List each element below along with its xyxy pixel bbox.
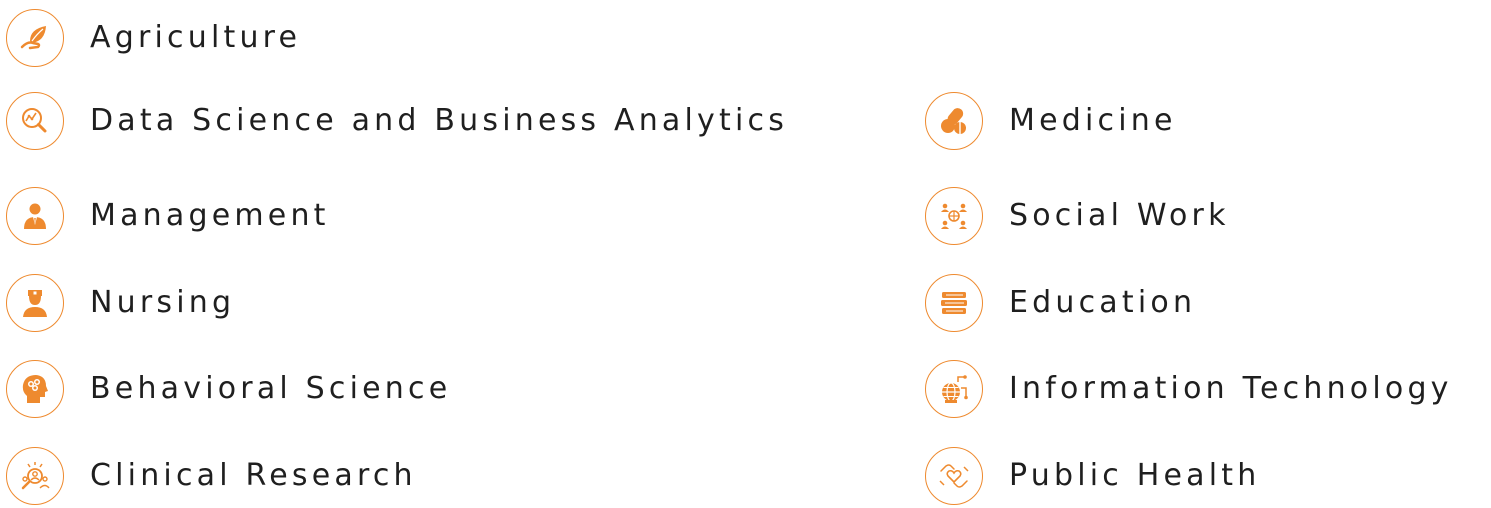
nurse-icon bbox=[6, 274, 64, 332]
subject-label: Social Work bbox=[1009, 198, 1230, 233]
leaf-hand-icon bbox=[6, 9, 64, 67]
pills-icon bbox=[925, 92, 983, 150]
subject-label: Nursing bbox=[90, 285, 236, 320]
subject-information-technology[interactable]: Information Technology bbox=[925, 357, 1453, 421]
research-people-icon bbox=[6, 447, 64, 505]
subject-nursing[interactable]: Nursing bbox=[6, 271, 235, 335]
subject-label: Public Health bbox=[1009, 458, 1261, 493]
subject-label: Behavioral Science bbox=[90, 371, 452, 406]
subject-label: Agriculture bbox=[90, 20, 302, 55]
subject-behavioral-science[interactable]: Behavioral Science bbox=[6, 357, 451, 421]
subject-label: Management bbox=[90, 198, 330, 233]
subject-data-science[interactable]: Data Science and Business Analytics bbox=[6, 89, 788, 153]
subject-education[interactable]: Education bbox=[925, 271, 1196, 335]
subject-clinical-research[interactable]: Clinical Research bbox=[6, 444, 417, 508]
subject-label: Clinical Research bbox=[90, 458, 417, 493]
subject-label: Education bbox=[1009, 285, 1197, 320]
books-icon bbox=[925, 274, 983, 332]
subject-label: Data Science and Business Analytics bbox=[90, 103, 789, 138]
social-network-icon bbox=[925, 187, 983, 245]
globe-network-icon bbox=[925, 360, 983, 418]
subject-label: Information Technology bbox=[1009, 371, 1453, 406]
analytics-magnifier-icon bbox=[6, 92, 64, 150]
subject-management[interactable]: Management bbox=[6, 184, 330, 248]
subject-label: Medicine bbox=[1009, 103, 1177, 138]
subject-agriculture[interactable]: Agriculture bbox=[6, 6, 301, 70]
heart-hands-icon bbox=[925, 447, 983, 505]
subject-social-work[interactable]: Social Work bbox=[925, 184, 1230, 248]
subject-medicine[interactable]: Medicine bbox=[925, 89, 1177, 153]
subject-public-health[interactable]: Public Health bbox=[925, 444, 1260, 508]
brain-head-icon bbox=[6, 360, 64, 418]
businessman-icon bbox=[6, 187, 64, 245]
